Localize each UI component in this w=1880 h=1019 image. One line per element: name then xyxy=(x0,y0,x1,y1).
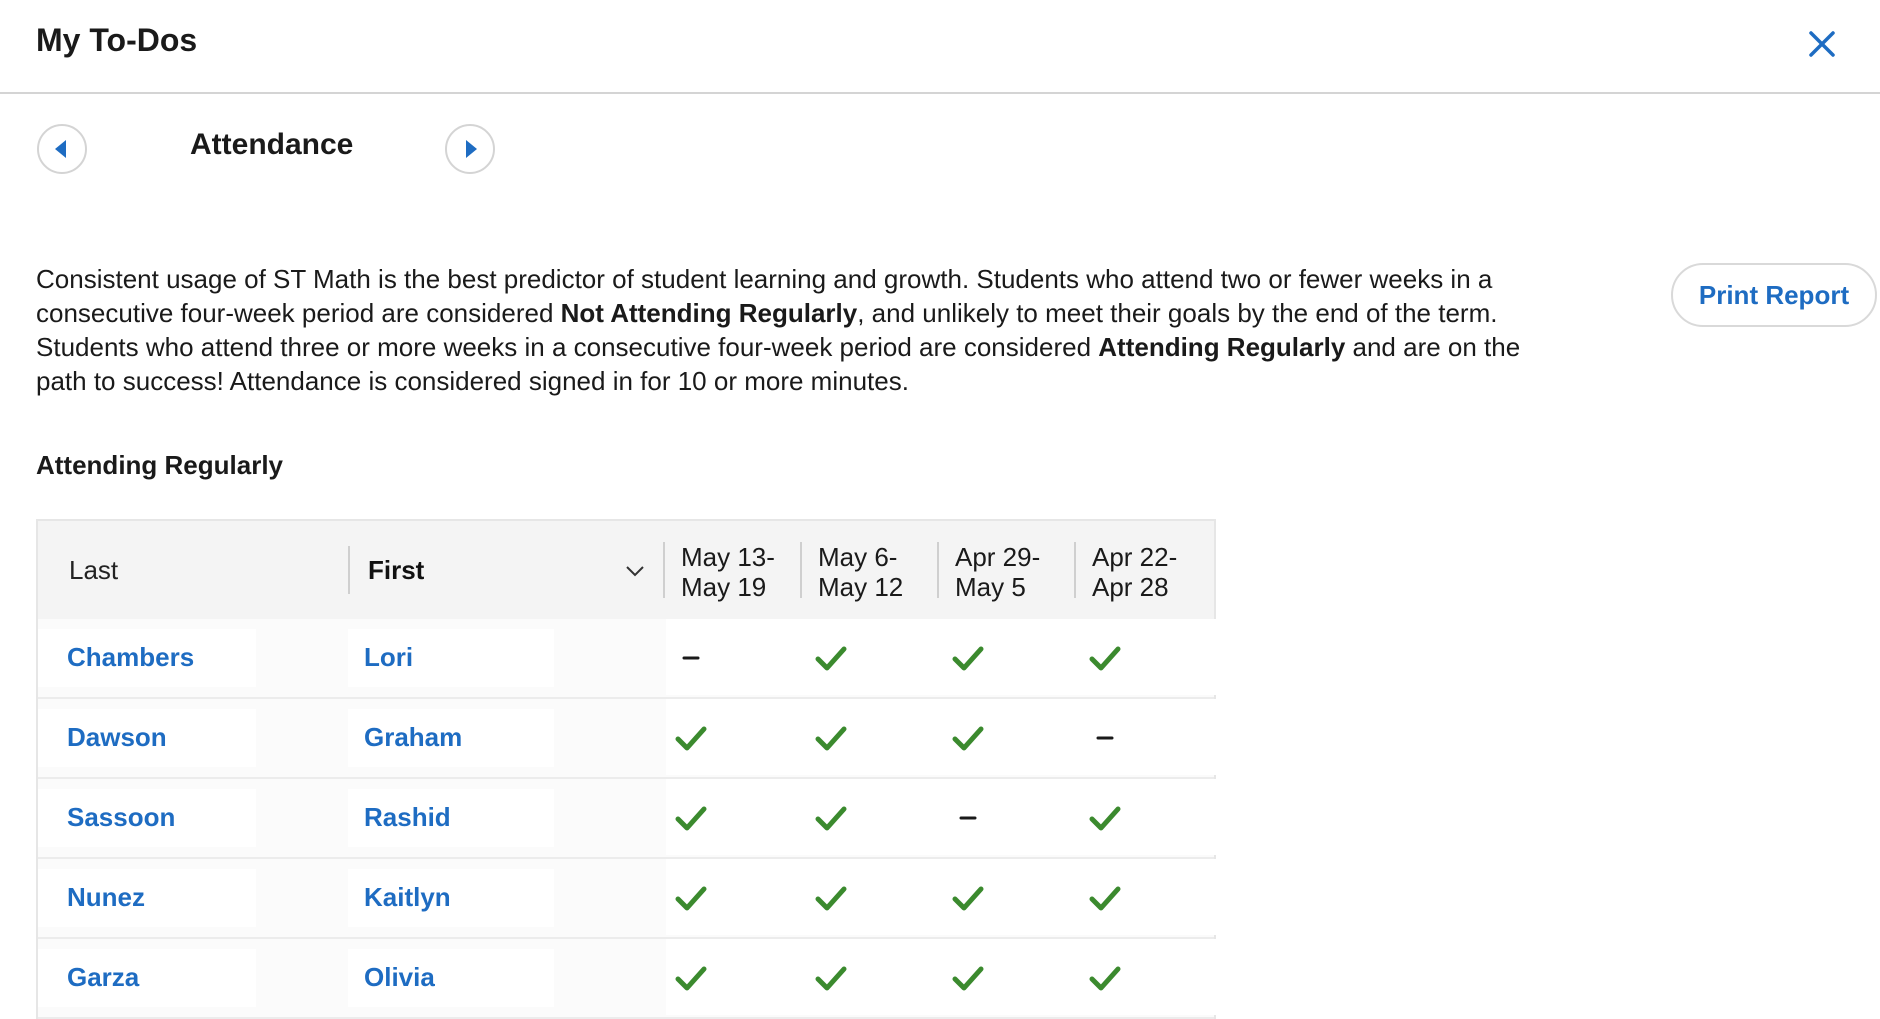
student-first-name-link[interactable]: Kaitlyn xyxy=(364,859,451,935)
table-row: Sassoon Rashid xyxy=(38,779,1216,859)
previous-todo-button[interactable] xyxy=(37,124,87,174)
table-row: Dawson Graham xyxy=(38,699,1216,779)
attendance-description: Consistent usage of ST Math is the best … xyxy=(36,262,1576,398)
check-icon xyxy=(1089,646,1121,671)
check-icon xyxy=(675,966,707,991)
student-last-name-link[interactable]: Garza xyxy=(67,939,139,1015)
student-last-name-link[interactable]: Chambers xyxy=(67,619,194,695)
student-first-name-link[interactable]: Graham xyxy=(364,699,462,775)
attendance-table: Last First May 13- May 19 May 6- May 12 Ap… xyxy=(36,519,1216,1019)
check-icon xyxy=(815,966,847,991)
check-icon xyxy=(1089,806,1121,831)
description-bold-not-attending: Not Attending Regularly xyxy=(560,298,858,328)
student-last-name-link[interactable]: Sassoon xyxy=(67,779,175,855)
check-icon xyxy=(675,726,707,751)
week-1-line2: May 19 xyxy=(681,572,767,602)
week-4-line2: Apr 28 xyxy=(1092,572,1169,602)
student-last-name-link[interactable]: Nunez xyxy=(67,859,145,935)
modal-title: My To-Dos xyxy=(36,22,198,58)
student-first-name-link[interactable]: Rashid xyxy=(364,779,451,855)
chevron-right-icon xyxy=(466,140,477,158)
student-last-name-link[interactable]: Dawson xyxy=(67,699,167,775)
section-title: Attendance xyxy=(190,128,354,161)
check-icon xyxy=(952,966,984,991)
check-icon xyxy=(952,886,984,911)
next-todo-button[interactable] xyxy=(445,124,495,174)
dash-icon xyxy=(1096,736,1114,740)
student-first-name-link[interactable]: Olivia xyxy=(364,939,435,1015)
week-4-line1: Apr 22- xyxy=(1092,542,1178,572)
week-1-line1: May 13- xyxy=(681,542,775,572)
check-icon xyxy=(815,886,847,911)
table-row: Nunez Kaitlyn xyxy=(38,859,1216,939)
check-icon xyxy=(815,726,847,751)
chevron-down-icon[interactable] xyxy=(623,559,647,583)
check-icon xyxy=(675,806,707,831)
table-title: Attending Regularly xyxy=(36,450,284,480)
check-icon xyxy=(815,646,847,671)
check-icon xyxy=(1089,886,1121,911)
dash-icon xyxy=(959,816,977,820)
table-body: Chambers Lori Dawson Graham Sassoon Rashid Nun… xyxy=(38,619,1216,1019)
close-button[interactable] xyxy=(1802,24,1842,64)
check-icon xyxy=(952,646,984,671)
check-icon xyxy=(815,806,847,831)
column-header-first[interactable]: First xyxy=(348,546,662,594)
table-row: Chambers Lori xyxy=(38,619,1216,699)
chevron-left-icon xyxy=(55,140,66,158)
week-2-line1: May 6- xyxy=(818,542,898,572)
check-icon xyxy=(952,726,984,751)
dash-icon xyxy=(682,656,700,660)
week-3-line2: May 5 xyxy=(955,572,1026,602)
column-header-week-1: May 13- May 19 xyxy=(663,542,801,602)
check-icon xyxy=(675,886,707,911)
print-report-button[interactable]: Print Report xyxy=(1671,263,1877,327)
week-3-line1: Apr 29- xyxy=(955,542,1041,572)
table-row: Garza Olivia xyxy=(38,939,1216,1019)
column-header-week-2: May 6- May 12 xyxy=(800,542,938,602)
week-2-line2: May 12 xyxy=(818,572,904,602)
description-bold-attending: Attending Regularly xyxy=(1098,332,1346,362)
modal-header: My To-Dos xyxy=(0,0,1880,94)
close-icon xyxy=(1809,31,1835,57)
table-header: Last First May 13- May 19 May 6- May 12 Ap… xyxy=(38,521,1214,619)
column-header-week-4: Apr 22- Apr 28 xyxy=(1074,542,1212,602)
student-first-name-link[interactable]: Lori xyxy=(364,619,413,695)
column-header-last[interactable]: Last xyxy=(38,521,348,619)
column-header-week-3: Apr 29- May 5 xyxy=(937,542,1075,602)
check-icon xyxy=(1089,966,1121,991)
